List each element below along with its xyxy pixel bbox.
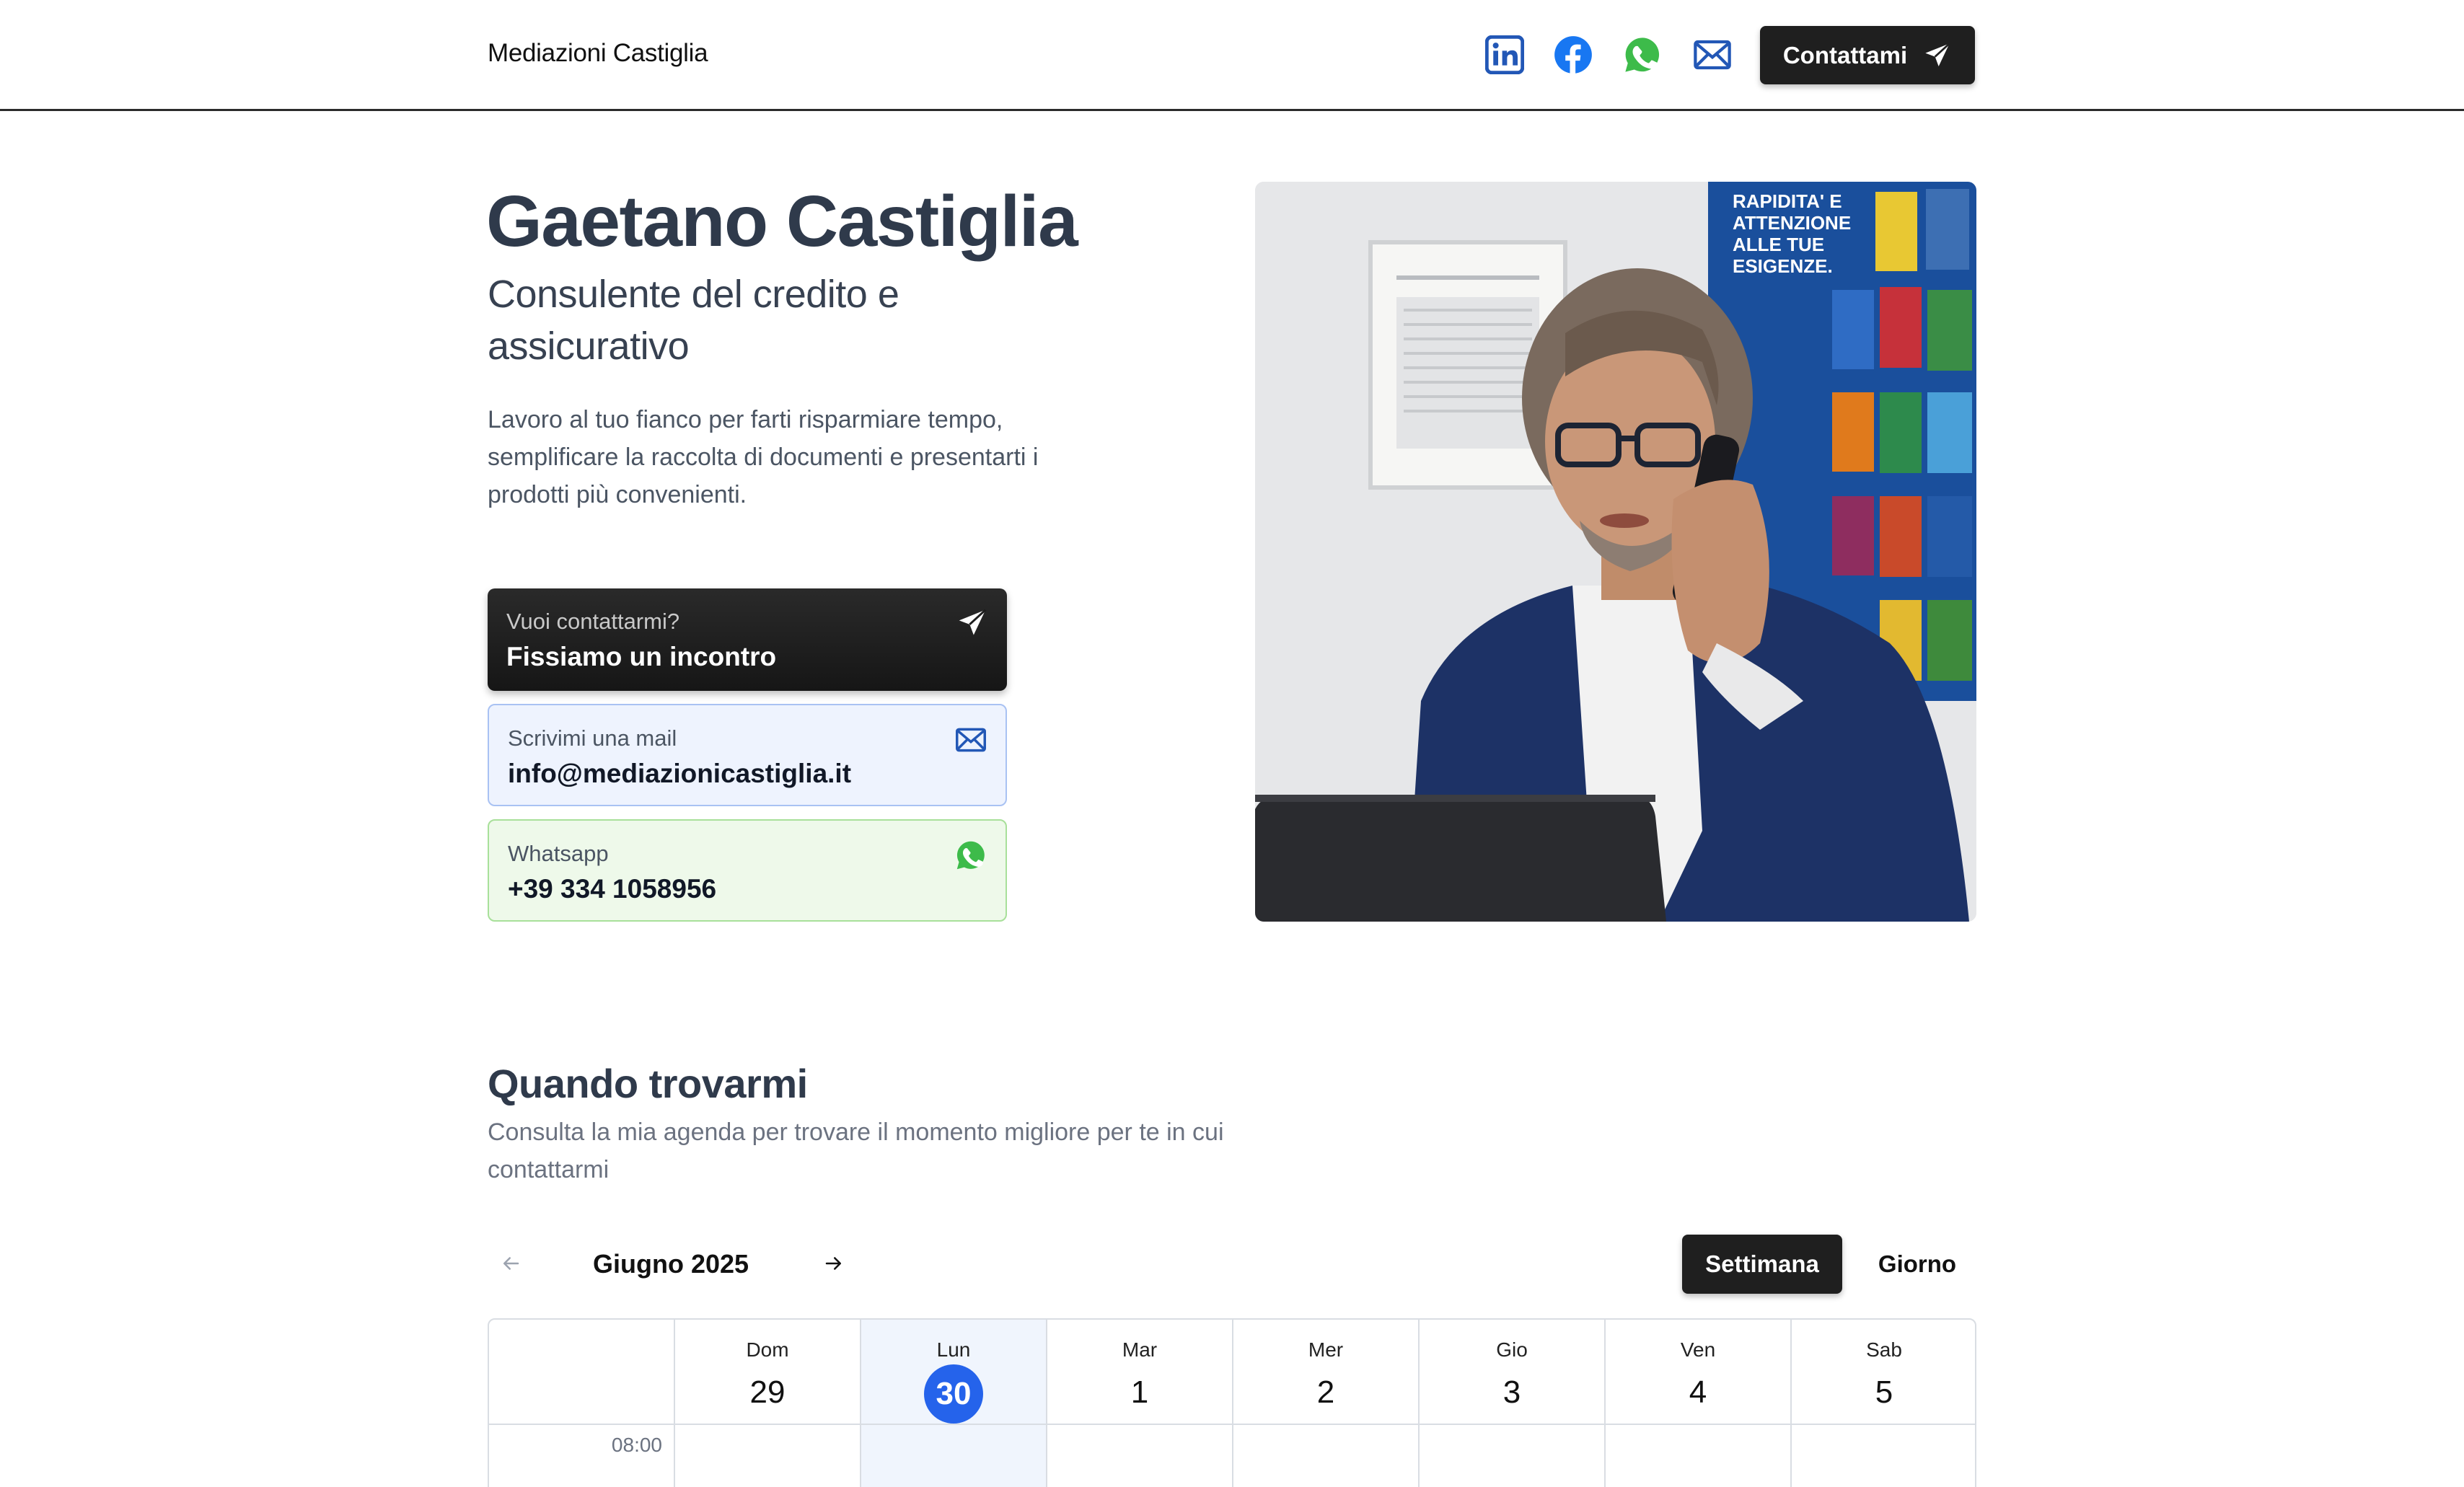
day-column-thu[interactable]: Gio 3: [1418, 1320, 1604, 1487]
whatsapp-card[interactable]: Whatsapp +39 334 1058956: [488, 819, 1007, 922]
mail-card-address: info@mediazionicastiglia.it: [508, 759, 852, 788]
contact-button[interactable]: Contattami: [1760, 26, 1975, 84]
day-name: Lun: [936, 1338, 971, 1361]
day-number: 2: [1316, 1375, 1335, 1410]
whatsapp-card-number: +39 334 1058956: [508, 874, 717, 904]
day-name: Mar: [1122, 1338, 1158, 1361]
poster-line-2: ATTENZIONE: [1733, 212, 1851, 234]
day-name: Mer: [1308, 1338, 1344, 1361]
next-month-button[interactable]: [818, 1248, 850, 1279]
meeting-card-subtitle: Vuoi contattarmi?: [506, 609, 680, 634]
arrow-right-icon: [825, 1257, 841, 1270]
profile-photo: RAPIDITA' E ATTENZIONE ALLE TUE ESIGENZE…: [1255, 182, 1976, 922]
week-view-button[interactable]: Settimana: [1682, 1235, 1842, 1294]
day-number: 3: [1502, 1375, 1521, 1410]
facebook-icon[interactable]: [1553, 35, 1593, 75]
arrow-left-icon: [503, 1257, 519, 1270]
mail-icon[interactable]: [1692, 35, 1733, 75]
day-name: Gio: [1496, 1338, 1528, 1361]
hero-role: Consulente del credito e assicurativo: [488, 273, 899, 368]
day-number: 29: [749, 1375, 786, 1410]
week-calendar: 08:00 Dom 29 Lun 30 Mar 1 Mer 2 Gio 3 Ve…: [488, 1318, 1976, 1487]
time-slot-label: 08:00: [611, 1434, 662, 1456]
day-column-wed[interactable]: Mer 2: [1232, 1320, 1418, 1487]
day-number: 4: [1689, 1375, 1707, 1410]
day-column-sat[interactable]: Sab 5: [1790, 1320, 1975, 1487]
day-column-tue[interactable]: Mar 1: [1046, 1320, 1232, 1487]
contact-button-label: Contattami: [1782, 41, 1908, 69]
day-name: Sab: [1866, 1338, 1902, 1361]
poster-line-3: ALLE TUE: [1733, 234, 1824, 255]
day-number: 5: [1875, 1375, 1893, 1410]
whatsapp-icon: [956, 841, 985, 870]
send-icon: [1925, 42, 1950, 66]
meeting-card[interactable]: Vuoi contattarmi? Fissiamo un incontro: [488, 588, 1007, 691]
current-month: Giugno 2025: [593, 1249, 749, 1279]
agenda-title: Quando trovarmi: [488, 1061, 808, 1106]
mail-card-subtitle: Scrivimi una mail: [508, 725, 677, 751]
day-name: Ven: [1680, 1338, 1716, 1361]
whatsapp-icon[interactable]: [1622, 35, 1663, 75]
hero-name: Gaetano Castiglia: [486, 181, 1078, 262]
linkedin-icon[interactable]: [1484, 35, 1525, 75]
day-number: 1: [1130, 1375, 1149, 1410]
agenda-subtitle: Consulta la mia agenda per trovare il mo…: [488, 1118, 1224, 1183]
whatsapp-card-subtitle: Whatsapp: [508, 841, 609, 866]
day-column-mon[interactable]: Lun 30: [860, 1320, 1046, 1487]
poster-line-4: ESIGENZE.: [1733, 255, 1833, 277]
send-icon: [959, 609, 987, 635]
mail-card[interactable]: Scrivimi una mail info@mediazionicastigl…: [488, 704, 1007, 806]
site-header: Mediazioni Castiglia Contattami: [0, 0, 2464, 111]
mail-icon: [956, 728, 986, 752]
day-name: Dom: [746, 1338, 789, 1361]
day-view-button[interactable]: Giorno: [1864, 1235, 1971, 1294]
poster-line-1: RAPIDITA' E: [1733, 190, 1842, 212]
today-day-number: 30: [924, 1364, 983, 1424]
prev-month-button[interactable]: [495, 1248, 527, 1279]
hero-intro: Lavoro al tuo fianco per farti risparmia…: [488, 406, 1039, 508]
day-column-sun[interactable]: Dom 29: [674, 1320, 860, 1487]
meeting-card-title: Fissiamo un incontro: [506, 642, 777, 671]
brand-name[interactable]: Mediazioni Castiglia: [488, 39, 708, 68]
day-column-fri[interactable]: Ven 4: [1604, 1320, 1790, 1487]
header-divider: [489, 1424, 1975, 1425]
